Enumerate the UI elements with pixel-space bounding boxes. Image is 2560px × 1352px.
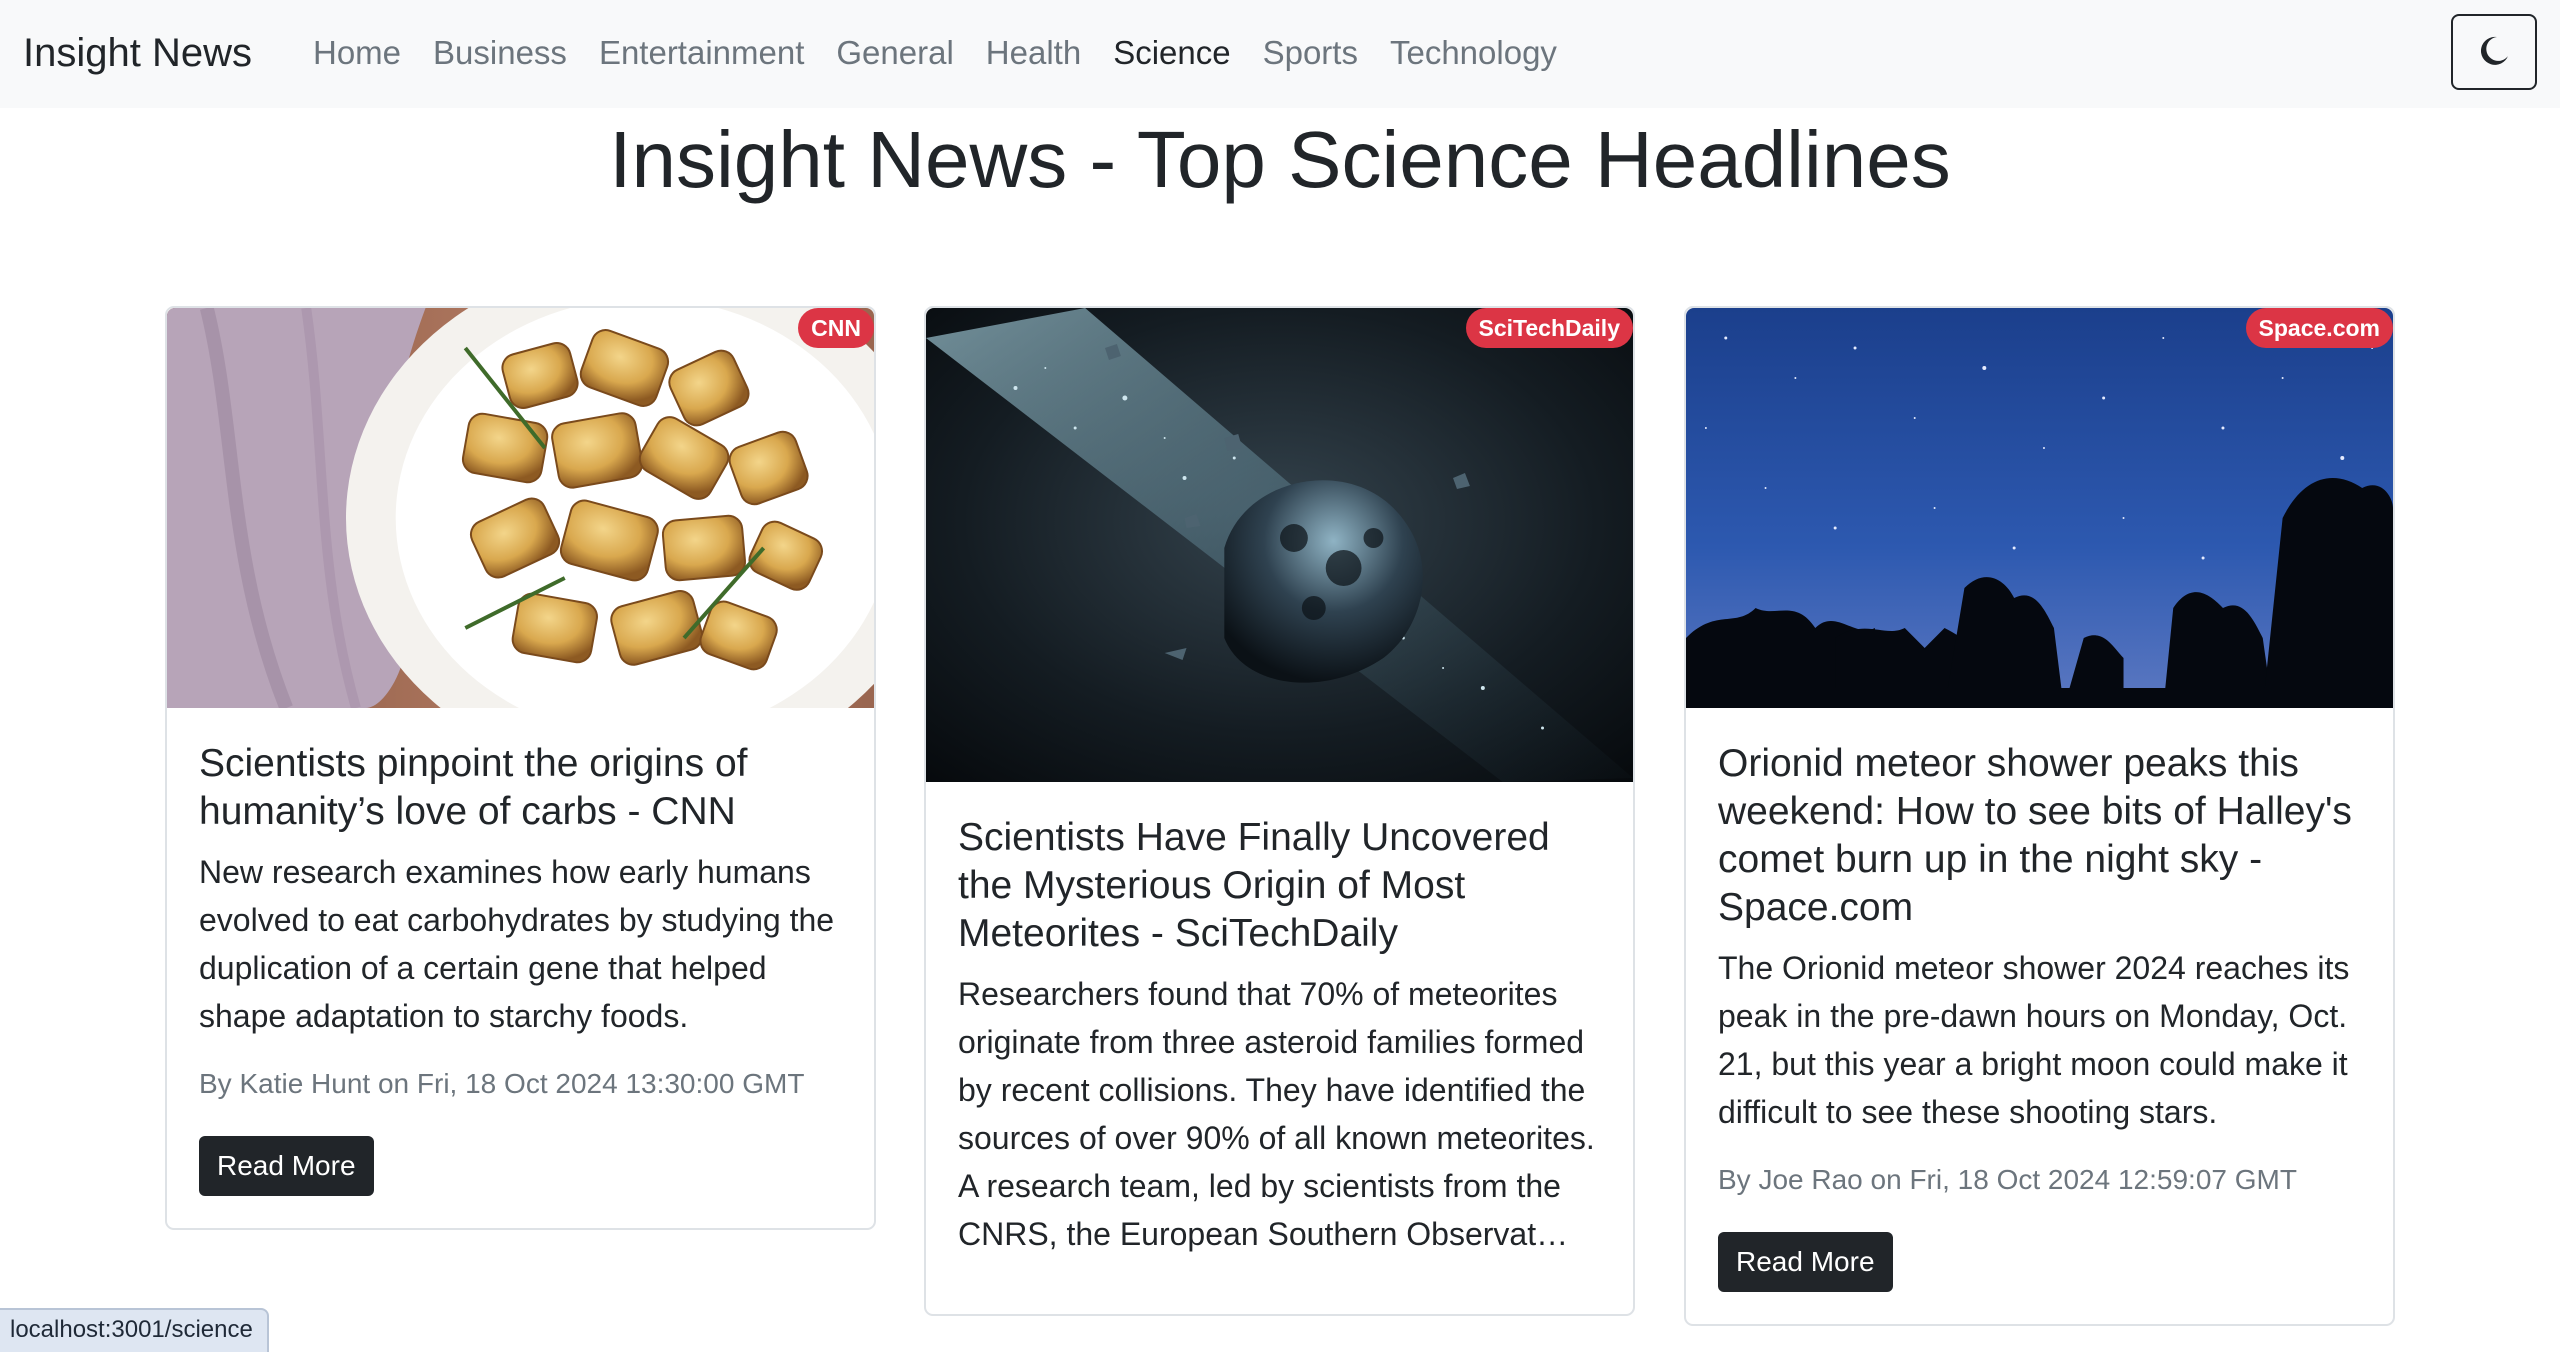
nav-links: Home Business Entertainment General Heal… — [297, 27, 1573, 79]
navbar: Insight News Home Business Entertainment… — [0, 0, 2560, 108]
article-description: Researchers found that 70% of meteorites… — [958, 976, 1595, 1252]
article-card: CNN Scientists pinpoint the origins of h… — [165, 306, 876, 1230]
nav-link-sports[interactable]: Sports — [1247, 27, 1374, 79]
article-image: SciTechDaily — [926, 308, 1633, 782]
read-more-button[interactable]: Read More — [1718, 1232, 1893, 1292]
nav-link-science[interactable]: Science — [1097, 27, 1246, 79]
source-badge: Space.com — [2245, 308, 2393, 348]
nav-link-technology[interactable]: Technology — [1374, 27, 1573, 79]
card-body: Orionid meteor shower peaks this weekend… — [1686, 708, 2393, 1324]
article-title: Orionid meteor shower peaks this weekend… — [1718, 742, 2352, 929]
article-meta: By Joe Rao on Fri, 18 Oct 2024 12:59:07 … — [1718, 1164, 2297, 1195]
read-more-button[interactable]: Read More — [199, 1136, 374, 1196]
nav-link-general[interactable]: General — [820, 27, 969, 79]
card-body: Scientists Have Finally Uncovered the My… — [926, 782, 1633, 1314]
article-title: Scientists Have Finally Uncovered the My… — [958, 816, 1550, 955]
source-badge: CNN — [798, 308, 874, 348]
article-description: New research examines how early humans e… — [199, 854, 835, 1034]
nav-link-home[interactable]: Home — [297, 27, 417, 79]
theme-toggle-button[interactable] — [2451, 14, 2537, 90]
moon-icon — [2477, 34, 2511, 71]
nav-link-entertainment[interactable]: Entertainment — [583, 27, 820, 79]
article-meta: By Katie Hunt on Fri, 18 Oct 2024 13:30:… — [199, 1068, 805, 1099]
article-image: Space.com — [1686, 308, 2393, 708]
link-status-bar: localhost:3001/science — [0, 1308, 269, 1352]
article-description: The Orionid meteor shower 2024 reaches i… — [1718, 950, 2350, 1130]
article-card: Space.com Orionid meteor shower peaks th… — [1684, 306, 2395, 1326]
nav-link-business[interactable]: Business — [417, 27, 583, 79]
source-badge: SciTechDaily — [1465, 308, 1633, 348]
article-image: CNN — [167, 308, 874, 708]
article-card: SciTechDaily Scientists Have Finally Unc… — [924, 306, 1635, 1316]
card-body: Scientists pinpoint the origins of human… — [167, 708, 874, 1228]
nav-link-health[interactable]: Health — [970, 27, 1097, 79]
article-title: Scientists pinpoint the origins of human… — [199, 742, 748, 833]
brand-link[interactable]: Insight News — [23, 27, 252, 79]
page-title: Insight News - Top Science Headlines — [609, 115, 1951, 204]
